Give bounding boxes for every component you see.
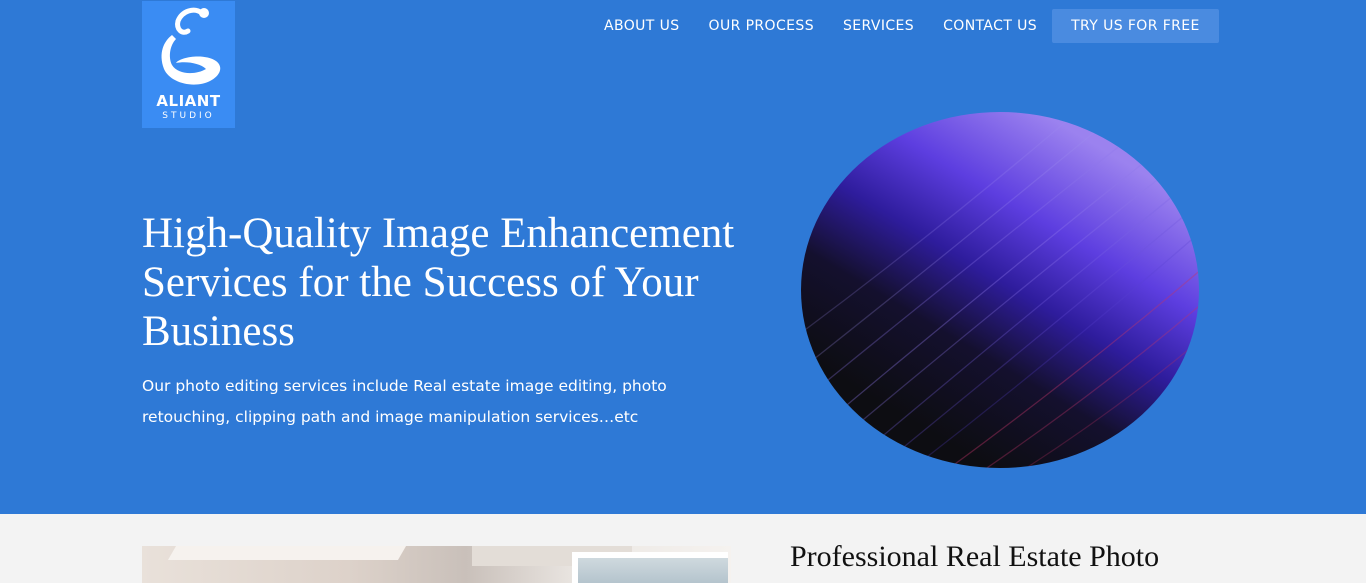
nav-services[interactable]: SERVICES bbox=[843, 18, 914, 34]
services-section: Professional Real Estate Photo bbox=[0, 514, 1366, 583]
photo-window-frame bbox=[572, 552, 728, 583]
hero-section: ALIANT STUDIO ABOUT US OUR PROCESS SERVI… bbox=[0, 0, 1366, 514]
section-title: Professional Real Estate Photo bbox=[790, 540, 1160, 573]
hero-headline: High-Quality Image Enhancement Services … bbox=[142, 210, 735, 355]
try-free-button[interactable]: TRY US FOR FREE bbox=[1052, 9, 1219, 43]
brand-logo[interactable]: ALIANT STUDIO bbox=[142, 1, 235, 128]
nav-about-us[interactable]: ABOUT US bbox=[604, 18, 680, 34]
nav-our-process[interactable]: OUR PROCESS bbox=[709, 18, 814, 34]
main-nav: ABOUT US OUR PROCESS SERVICES CONTACT US… bbox=[590, 9, 1219, 43]
hero-subtext: Our photo editing services include Real … bbox=[142, 377, 667, 426]
brand-tagline: STUDIO bbox=[162, 111, 215, 121]
photo-ceiling-beam bbox=[167, 546, 407, 560]
real-estate-photo bbox=[142, 546, 731, 583]
swirl-drop-icon bbox=[161, 7, 221, 85]
nav-contact-us[interactable]: CONTACT US bbox=[943, 18, 1037, 34]
brand-name: ALIANT bbox=[156, 92, 221, 110]
gradient-sphere-graphic bbox=[801, 112, 1199, 468]
